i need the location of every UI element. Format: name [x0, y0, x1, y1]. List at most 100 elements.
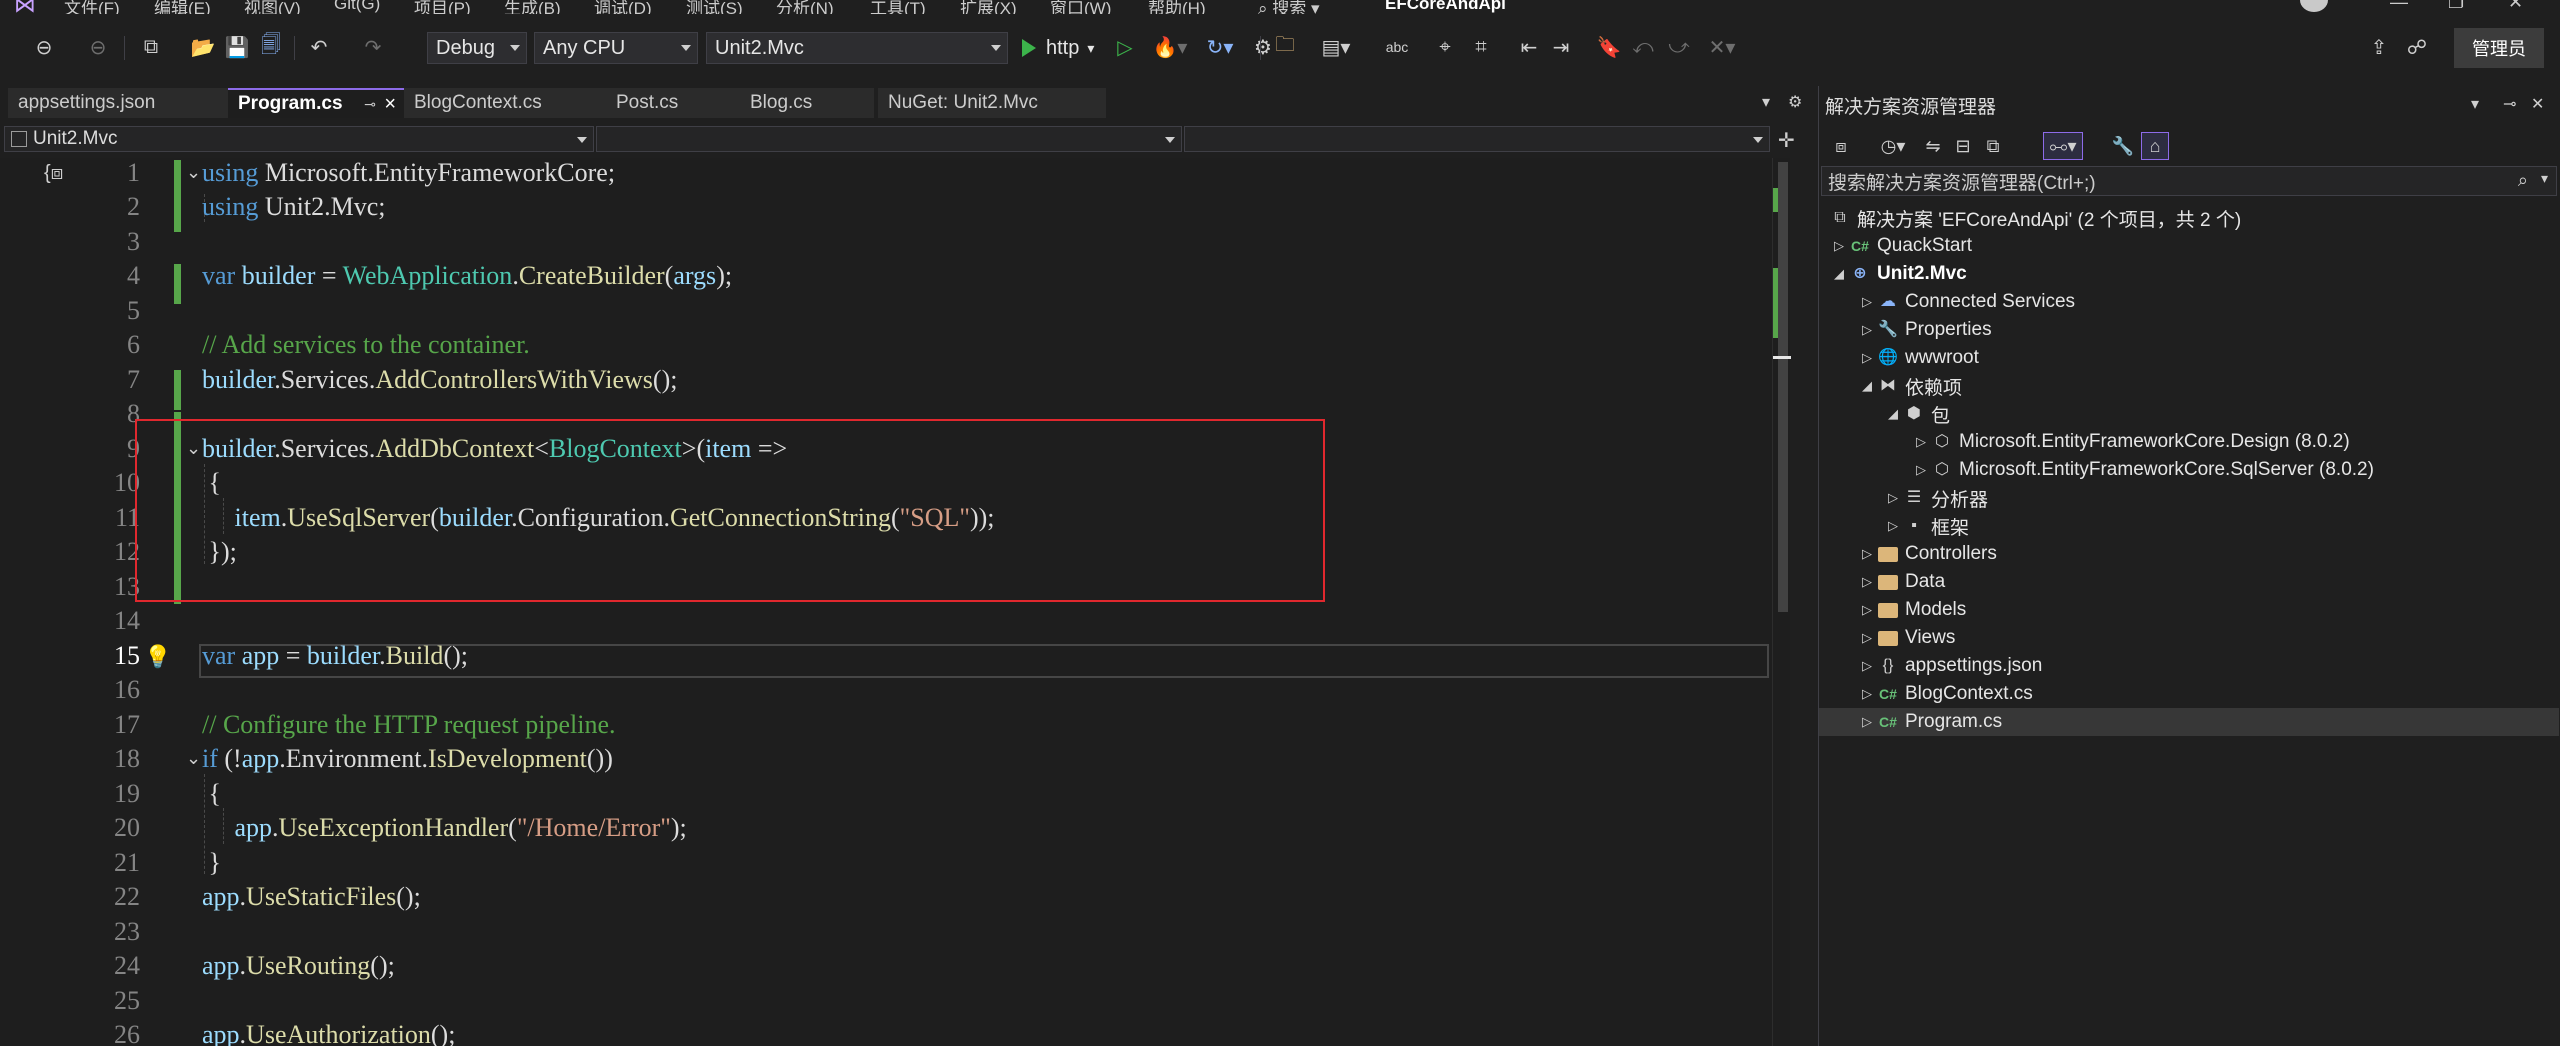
minimize-icon[interactable]: —	[2390, 0, 2408, 13]
tree-node-blogcontext[interactable]: ▷ C# BlogContext.cs	[1857, 680, 2033, 708]
tree-node-package-design[interactable]: ▷ ⬡ Microsoft.EntityFrameworkCore.Design (…	[1911, 428, 2350, 456]
prev-bookmark-icon[interactable]: ⤺	[1630, 32, 1656, 62]
layout-icon[interactable]: ▤▾	[1316, 32, 1356, 62]
startup-project-dropdown[interactable]: Unit2.Mvc	[706, 32, 1008, 64]
tree-node-analyzers[interactable]: ▷ ☰ 分析器	[1883, 484, 1988, 512]
code-editor[interactable]: {⧈ 1 2 3 4 5 6 7 8 9 10 11 12 13 14 15 1…	[0, 158, 1772, 1046]
tree-node-models[interactable]: ▷ Models	[1857, 596, 1966, 624]
menu-analyze[interactable]: 分析(N)	[776, 0, 834, 14]
collapse-icon[interactable]: ⌄	[186, 162, 201, 183]
tab-post[interactable]: Post.cs	[606, 88, 740, 118]
expand-icon[interactable]: ▷	[1911, 462, 1931, 478]
filter-icon[interactable]: ⧟▾	[2043, 132, 2083, 160]
outdent-icon[interactable]: ⇤	[1516, 32, 1542, 62]
refresh-icon[interactable]: ↻▾	[1200, 32, 1240, 62]
member-scope-dropdown[interactable]	[1184, 126, 1770, 152]
bookmark-icon[interactable]: 🔖	[1596, 32, 1622, 62]
tab-blog[interactable]: Blog.cs	[740, 88, 874, 118]
collapse-icon[interactable]: ◢	[1857, 378, 1877, 394]
tree-node-solution[interactable]: ⧉ 解决方案 'EFCoreAndApi' (2 个项目，共 2 个)	[1829, 204, 2241, 232]
restore-icon[interactable]: ❐	[2448, 0, 2464, 13]
expand-icon[interactable]: ▷	[1857, 322, 1877, 338]
wrench-icon[interactable]: 🔧	[2109, 132, 2137, 160]
tab-program[interactable]: Program.cs ⊸ ×	[228, 88, 404, 118]
menu-help[interactable]: 帮助(H)	[1148, 0, 1206, 14]
history-icon[interactable]: ◷▾	[1873, 132, 1913, 160]
menu-debug[interactable]: 调试(D)	[594, 0, 652, 14]
breakpoint-icon[interactable]: ⌖	[1432, 32, 1458, 62]
collapse-icon[interactable]: ◢	[1883, 406, 1903, 422]
menu-project[interactable]: 项目(P)	[414, 0, 471, 14]
config-dropdown[interactable]: Debug	[427, 32, 527, 64]
menu-build[interactable]: 生成(B)	[504, 0, 561, 14]
run-button[interactable]: http ▾	[1022, 32, 1094, 64]
menu-window[interactable]: 窗口(W)	[1050, 0, 1111, 14]
menu-tools[interactable]: 工具(T)	[870, 0, 926, 14]
search-icon[interactable]: ⌕	[2518, 170, 2528, 191]
folder-icon[interactable]: 🗀	[1272, 32, 1298, 62]
tree-node-packages[interactable]: ◢ ⬢ 包	[1883, 400, 1950, 428]
tab-overflow-icon[interactable]: ▾	[1762, 92, 1770, 112]
back-icon[interactable]: ⊖	[32, 32, 56, 62]
undo-icon[interactable]: ↶	[306, 32, 332, 62]
expand-icon[interactable]: ▷	[1829, 238, 1849, 254]
close-icon[interactable]: ✕	[2531, 94, 2544, 114]
expand-icon[interactable]: ▷	[1857, 714, 1877, 730]
chevron-down-icon[interactable]: ▾	[2541, 170, 2548, 187]
expand-icon[interactable]: ▷	[1883, 518, 1903, 534]
menu-file[interactable]: 文件(F)	[64, 0, 120, 14]
save-icon[interactable]: 💾	[224, 32, 250, 62]
expand-icon[interactable]: ▷	[1857, 574, 1877, 590]
chevron-down-icon[interactable]: ▾	[2471, 94, 2479, 114]
pin-icon[interactable]: ⊸	[364, 96, 376, 113]
preview-icon[interactable]: ⌂	[2141, 132, 2169, 160]
redo-icon[interactable]: ↷	[360, 32, 386, 62]
tree-node-appsettings[interactable]: ▷ {} appsettings.json	[1857, 652, 2042, 680]
lightbulb-icon[interactable]: 💡	[144, 644, 171, 670]
menu-search[interactable]: ⌕ 搜索 ▾	[1258, 0, 1320, 14]
collapse-icon[interactable]: ◢	[1829, 266, 1849, 282]
editor-scrollbar[interactable]	[1772, 158, 1791, 1046]
save-all-icon[interactable]: 🗐	[258, 32, 284, 62]
tree-node-program[interactable]: ▷ C# Program.cs	[1819, 708, 2559, 736]
clear-bookmarks-icon[interactable]: ✕▾	[1702, 32, 1742, 62]
menu-view[interactable]: 视图(V)	[244, 0, 301, 14]
menu-edit[interactable]: 编辑(E)	[154, 0, 211, 14]
tree-node-views[interactable]: ▷ Views	[1857, 624, 1955, 652]
split-editor-icon[interactable]: ✛	[1778, 128, 1795, 153]
tree-node-quackstart[interactable]: ▷ C# QuackStart	[1829, 232, 1972, 260]
close-window-icon[interactable]: ✕	[2508, 0, 2523, 13]
next-bookmark-icon[interactable]: ⤻	[1666, 32, 1692, 62]
expand-icon[interactable]: ▷	[1857, 350, 1877, 366]
platform-dropdown[interactable]: Any CPU	[534, 32, 698, 64]
gear-icon[interactable]: ⚙	[1788, 92, 1802, 112]
expand-icon[interactable]: ▷	[1857, 658, 1877, 674]
tab-blogcontext[interactable]: BlogContext.cs	[404, 88, 606, 118]
expand-icon[interactable]: ▷	[1857, 686, 1877, 702]
expand-icon[interactable]: ▷	[1883, 490, 1903, 506]
sync-icon[interactable]: ⇋	[1919, 132, 1947, 160]
solution-search-input[interactable]: 搜索解决方案资源管理器(Ctrl+;) ⌕ ▾	[1821, 166, 2557, 196]
admin-button[interactable]: 管理员	[2454, 28, 2544, 68]
forward-icon[interactable]: ⊖	[86, 32, 110, 62]
menu-test[interactable]: 测试(S)	[686, 0, 743, 14]
share-icon[interactable]: ⇪	[2366, 32, 2392, 62]
expand-icon[interactable]: ▷	[1857, 630, 1877, 646]
expand-icon[interactable]: ▷	[1857, 294, 1877, 310]
tree-node-unit2mvc[interactable]: ◢ ⊕ Unit2.Mvc	[1829, 260, 1967, 288]
expand-icon[interactable]: ▷	[1857, 602, 1877, 618]
tree-node-properties[interactable]: ▷ 🔧 Properties	[1857, 316, 1992, 344]
spellcheck-icon[interactable]: abc	[1384, 32, 1410, 62]
tab-nuget[interactable]: NuGet: Unit2.Mvc	[878, 88, 1106, 118]
expand-icon[interactable]: ▷	[1857, 546, 1877, 562]
close-icon[interactable]: ×	[384, 93, 396, 116]
expand-icon[interactable]: ▷	[1911, 434, 1931, 450]
hot-reload-icon[interactable]: 🔥▾	[1150, 32, 1190, 62]
indent-icon[interactable]: ⇥	[1548, 32, 1574, 62]
tree-node-dependencies[interactable]: ◢ ⧓ 依赖项	[1857, 372, 1962, 400]
scrollbar-thumb[interactable]	[1778, 162, 1788, 612]
pin-icon[interactable]: ⊸	[2503, 94, 2516, 114]
show-all-files-icon[interactable]: ⧉	[1979, 132, 2007, 160]
avatar[interactable]	[2300, 0, 2328, 12]
tree-node-data[interactable]: ▷ Data	[1857, 568, 1945, 596]
